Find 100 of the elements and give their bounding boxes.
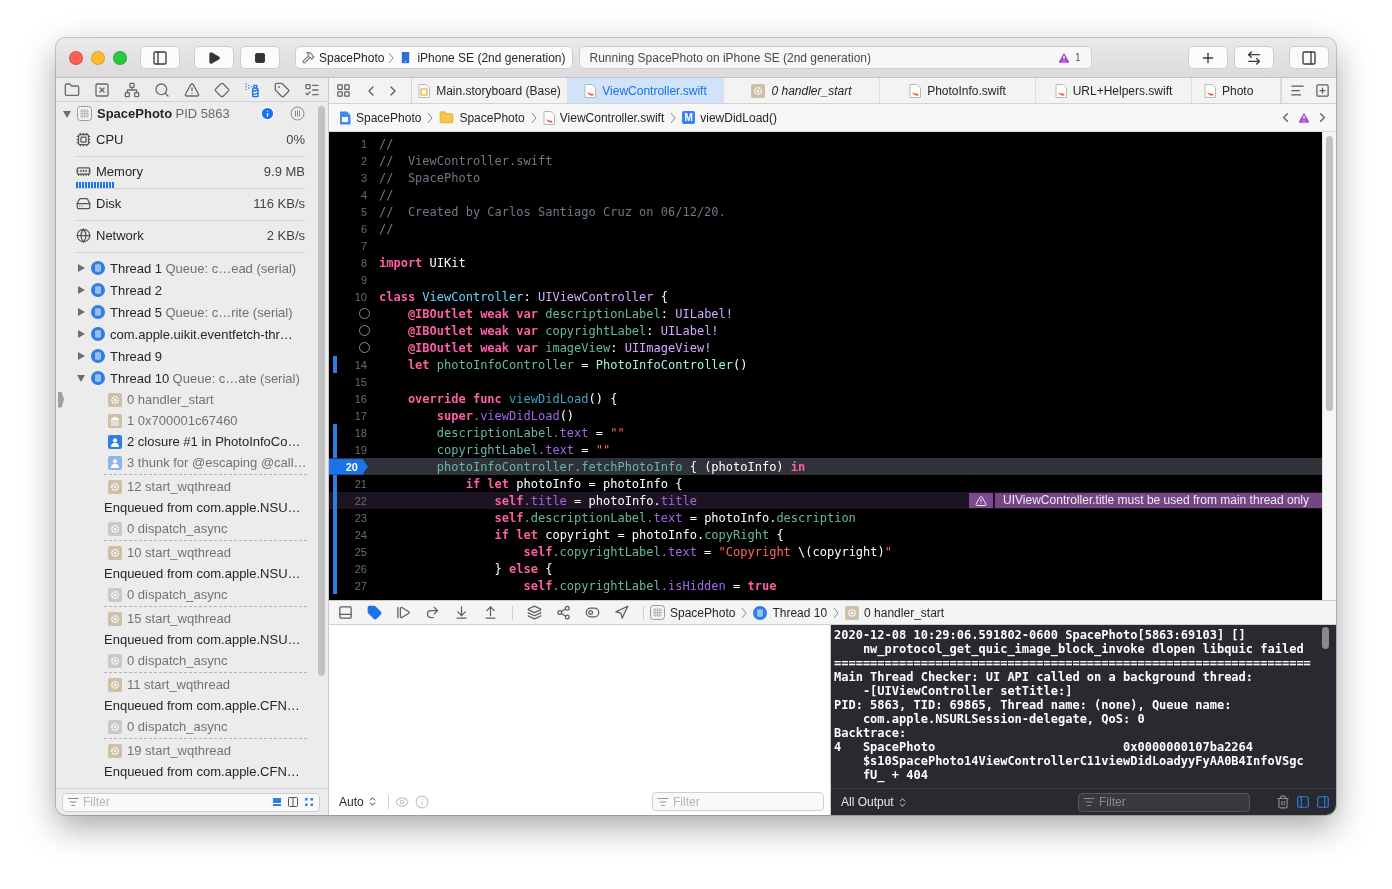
line-number: 19 xyxy=(353,443,368,456)
add-editor-icon[interactable] xyxy=(1315,83,1330,98)
column-toggle-icon[interactable] xyxy=(287,796,299,808)
line-number: 17 xyxy=(353,409,368,422)
stack-frame[interactable]: 2 closure #1 in PhotoInfoCo… xyxy=(127,434,301,449)
stack-frame[interactable]: 0 dispatch_async xyxy=(127,587,228,602)
folder-tab[interactable] xyxy=(64,81,80,98)
related-items-icon[interactable] xyxy=(336,83,351,98)
run-button[interactable] xyxy=(194,46,234,69)
disclosure-triangle-icon[interactable] xyxy=(76,307,86,317)
minimap-toggle-icon[interactable] xyxy=(1290,83,1305,98)
path-item[interactable]: Thread 10 xyxy=(751,605,830,620)
stack-frame[interactable]: 0 dispatch_async xyxy=(127,521,228,536)
path-item[interactable]: SpacePhoto xyxy=(648,605,738,620)
inspector-toggle-button[interactable] xyxy=(1289,46,1329,69)
search-tab[interactable] xyxy=(154,81,170,98)
trash-icon[interactable] xyxy=(1276,795,1290,809)
sidebar-toggle-button[interactable] xyxy=(140,46,180,69)
stack-frame[interactable]: 0 handler_start xyxy=(127,392,214,407)
thread-icon xyxy=(91,261,105,275)
stack-frame[interactable]: 15 start_wqthread xyxy=(127,611,232,626)
issue-message: UIViewController.title must be used from main thread only xyxy=(995,493,1322,508)
debug-tab[interactable] xyxy=(244,81,260,98)
source-control-tab[interactable] xyxy=(94,81,110,98)
memory-icon xyxy=(76,164,91,179)
code-line: descriptionLabel.text = "" xyxy=(435,425,625,440)
play-icon xyxy=(207,50,221,65)
grid-toggle-icon[interactable] xyxy=(303,796,315,808)
thread-queue: Queue: c…ead (serial) xyxy=(165,260,297,276)
path-item[interactable]: 0 handler_start xyxy=(843,605,947,620)
disclosure-triangle-icon[interactable] xyxy=(76,329,86,339)
editor-tab[interactable]: PhotoInfo.swift xyxy=(880,78,1036,103)
close-button[interactable] xyxy=(69,50,83,65)
path-item[interactable]: SpacePhoto xyxy=(337,110,424,125)
stack-frame[interactable]: 0 dispatch_async xyxy=(127,719,228,734)
filter-field[interactable]: Filter xyxy=(1078,792,1250,812)
code-review-button[interactable] xyxy=(1234,46,1274,69)
view-debugger-icon[interactable] xyxy=(527,605,542,620)
scroll-thumb[interactable] xyxy=(1322,627,1329,649)
stack-frame[interactable]: 12 start_wqthread xyxy=(127,479,232,494)
environment-toggle-icon[interactable] xyxy=(585,605,600,620)
editor-tab[interactable]: URL+Helpers.swift xyxy=(1036,78,1192,103)
code-line: @IBOutlet weak var imageView: UIImageView! xyxy=(406,340,712,355)
stop-icon xyxy=(254,51,266,64)
path-item[interactable]: SpacePhoto xyxy=(437,110,527,125)
location-icon[interactable] xyxy=(614,605,629,620)
hide-debug-area-icon[interactable] xyxy=(338,605,353,620)
add-button[interactable] xyxy=(1188,46,1228,69)
line-number: 9 xyxy=(359,273,368,286)
step-out-icon[interactable] xyxy=(483,605,498,620)
editor-tab[interactable]: Photo xyxy=(1192,78,1281,103)
left-pane-toggle-icon[interactable] xyxy=(1296,795,1310,809)
continue-icon[interactable] xyxy=(396,605,411,620)
path-separator-icon xyxy=(427,111,434,124)
code-line: class ViewController: UIViewController { xyxy=(379,289,668,304)
inspector-icon xyxy=(1301,49,1317,66)
warning-icon[interactable] xyxy=(1056,50,1071,65)
disclosure-triangle-icon[interactable] xyxy=(62,108,72,119)
stop-button[interactable] xyxy=(240,46,280,69)
pause-icon[interactable] xyxy=(290,106,305,121)
scheme-selector[interactable]: SpacePhoto iPhone SE (2nd generation) xyxy=(295,46,573,69)
filter-input[interactable]: Filter xyxy=(83,795,267,809)
step-into-icon[interactable] xyxy=(454,605,469,620)
code-line: // xyxy=(379,221,394,236)
disclosure-triangle-icon[interactable] xyxy=(76,351,86,361)
zoom-button[interactable] xyxy=(113,50,127,65)
process-name: SpacePhoto xyxy=(97,106,173,121)
stack-frame[interactable]: 0 dispatch_async xyxy=(127,653,228,668)
editor-tab[interactable]: ViewController.swift xyxy=(568,78,724,103)
step-over-icon[interactable] xyxy=(425,605,440,620)
tag-tab[interactable] xyxy=(274,81,290,98)
enqueued-label: Enqueued from com.apple.NSU… xyxy=(104,566,301,581)
scroll-thumb[interactable] xyxy=(1326,136,1333,411)
disclosure-triangle-icon[interactable] xyxy=(76,373,86,383)
output-selector[interactable]: All Output xyxy=(837,795,912,809)
stack-frame[interactable]: 11 start_wqthread xyxy=(127,677,231,692)
stack-frame[interactable]: 1 0x700001c67460 xyxy=(127,413,238,428)
test-tab[interactable] xyxy=(214,81,230,98)
stack-frame[interactable]: 10 start_wqthread xyxy=(127,545,232,560)
warning-icon[interactable] xyxy=(1297,110,1311,125)
path-item[interactable]: M viewDidLoad() xyxy=(680,110,779,125)
stack-frame[interactable]: 19 start_wqthread xyxy=(127,743,232,758)
filter-input[interactable]: Filter xyxy=(1099,795,1245,809)
disclosure-triangle-icon[interactable] xyxy=(76,285,86,295)
thread-icon xyxy=(91,371,105,385)
scroll-thumb[interactable] xyxy=(318,106,325,676)
scope-selector[interactable]: Auto xyxy=(335,794,382,809)
report-list-tab[interactable] xyxy=(304,81,320,98)
stack-frame[interactable]: 3 thunk for @escaping @call… xyxy=(127,455,307,470)
path-item[interactable]: ViewController.swift xyxy=(540,110,667,125)
hierarchy-tab[interactable] xyxy=(124,81,140,98)
breakpoints-icon[interactable] xyxy=(367,605,382,620)
warning-tab[interactable] xyxy=(184,81,200,98)
memory-graph-icon[interactable] xyxy=(556,605,571,620)
right-pane-toggle-icon[interactable] xyxy=(1316,795,1330,809)
filter-icon xyxy=(1083,796,1095,808)
disclosure-triangle-icon[interactable] xyxy=(76,263,86,273)
filter-input[interactable]: Filter xyxy=(673,794,819,809)
editor-tab[interactable]: 0 handler_start xyxy=(724,78,880,103)
layout-toggle-icon[interactable] xyxy=(271,796,283,808)
